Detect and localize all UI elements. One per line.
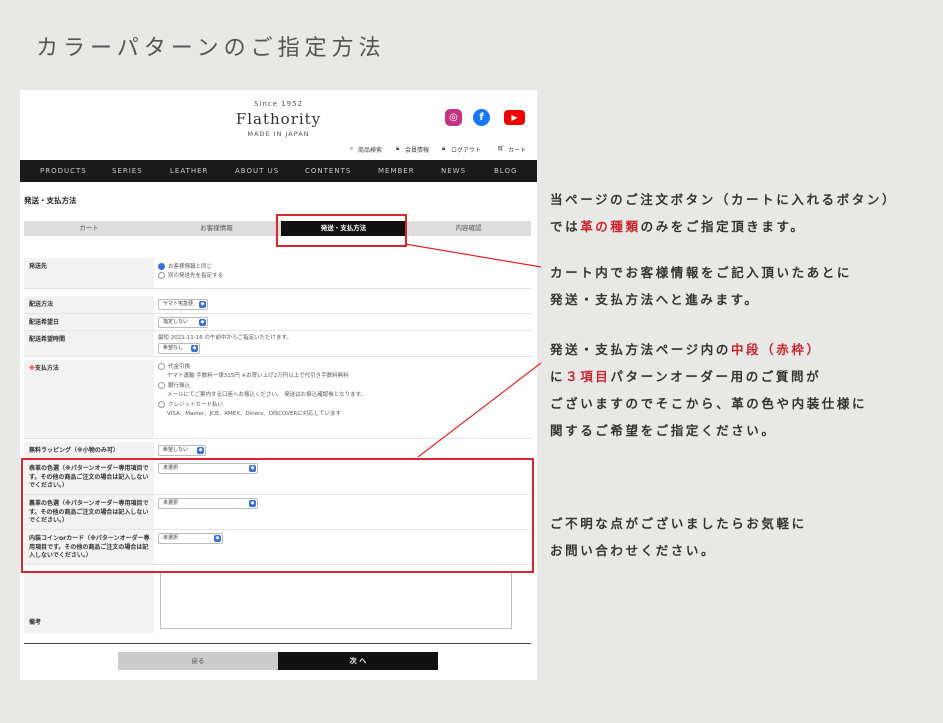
note-3: 発送・支払方法ページ内の中段（赤枠） に３項目パターンオーダー用のご質問が ござ… xyxy=(550,342,868,438)
callout-line-pattern xyxy=(417,362,542,458)
note-2: カート内でお客様情報をご記入頂いたあとに 発送・支払方法へと進みます。 xyxy=(550,265,853,307)
highlight-three-items: ３項目 xyxy=(565,369,611,384)
note-4: ご不明な点がございましたらお気軽に お問い合わせください。 xyxy=(550,516,807,558)
highlight-leather-type: 革の種類 xyxy=(580,219,641,234)
highlight-middle-section: 中段（赤枠） xyxy=(730,342,822,357)
callout-line-step xyxy=(404,243,542,268)
note-1: 当ページのご注文ボタン（カートに入れるボタン） では革の種類のみをご指定頂きます… xyxy=(550,192,898,234)
